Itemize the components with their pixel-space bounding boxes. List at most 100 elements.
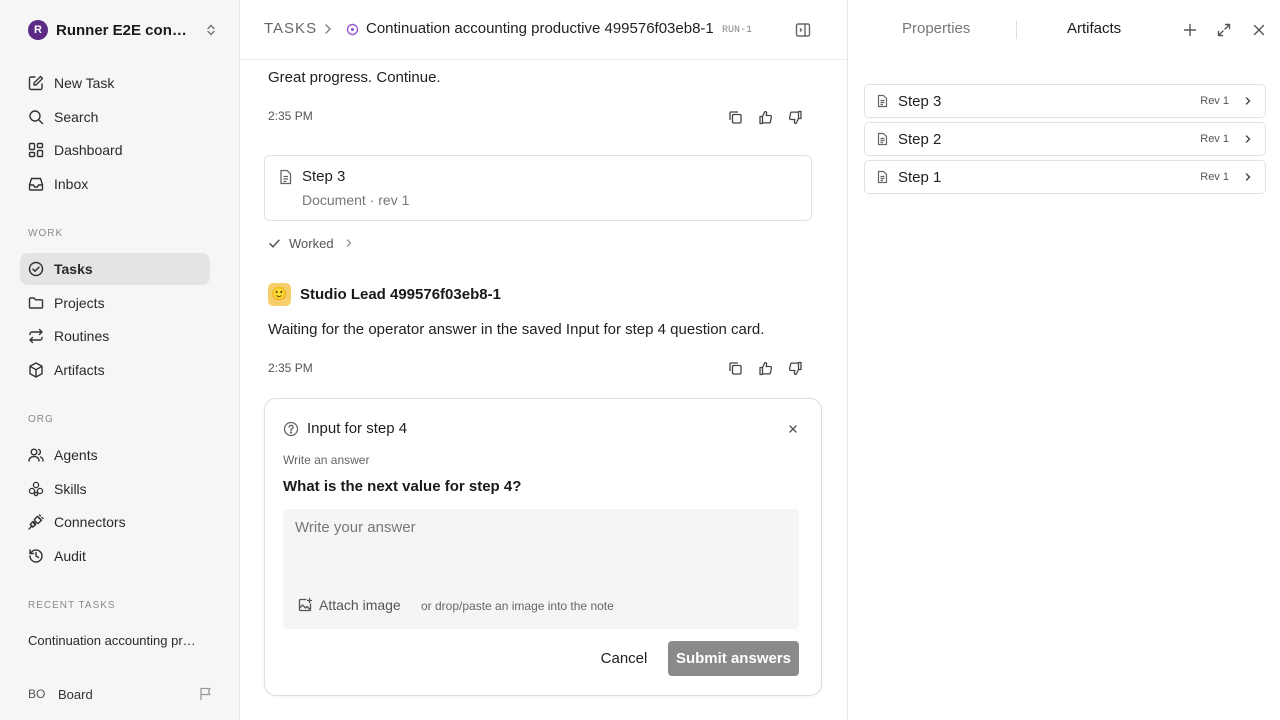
- nav-label: Search: [54, 109, 99, 125]
- nav-audit[interactable]: Audit: [20, 540, 210, 572]
- users-icon: [27, 446, 45, 464]
- image-plus-icon: [297, 597, 313, 613]
- nav-label: Tasks: [54, 261, 93, 277]
- question-card-subtitle: Write an answer: [283, 453, 370, 467]
- artifact-list-item[interactable]: Step 1 Rev 1: [864, 160, 1266, 194]
- folder-icon: [27, 294, 45, 312]
- nav-label: Connectors: [54, 514, 126, 530]
- cube-icon: [27, 361, 45, 379]
- artifact-list-item[interactable]: Step 2 Rev 1: [864, 122, 1266, 156]
- nav-label: Agents: [54, 447, 98, 463]
- attach-hint: or drop/paste an image into the note: [421, 599, 614, 613]
- copy-icon[interactable]: [726, 108, 744, 126]
- message-text: Great progress. Continue.: [268, 69, 441, 86]
- work-section-label: WORK: [28, 228, 64, 239]
- dashboard-icon: [27, 141, 45, 159]
- nav-label: Inbox: [54, 176, 89, 192]
- nav-label: New Task: [54, 75, 115, 91]
- document-icon: [876, 170, 889, 184]
- artifact-name: Step 3: [898, 92, 942, 110]
- workspace-switcher[interactable]: R Runner E2E continuation: [28, 19, 218, 41]
- tab-artifacts[interactable]: Artifacts: [1067, 20, 1121, 37]
- plug-icon: [27, 513, 45, 531]
- thumbs-down-icon[interactable]: [786, 359, 804, 377]
- status-circle-icon: [346, 23, 359, 36]
- search-icon: [27, 108, 45, 126]
- answer-box: Attach image or drop/paste an image into…: [283, 509, 799, 629]
- user-initials: BO: [28, 687, 46, 701]
- nav-dashboard[interactable]: Dashboard: [20, 134, 210, 166]
- check-icon: [268, 237, 281, 250]
- panel-toggle-icon[interactable]: [794, 21, 812, 39]
- message-time: 2:35 PM: [268, 361, 313, 375]
- nav-tasks[interactable]: Tasks: [20, 253, 210, 285]
- thumbs-up-icon[interactable]: [756, 108, 774, 126]
- answer-input[interactable]: [283, 509, 799, 579]
- task-thread: TASKS Continuation accounting productive…: [240, 0, 847, 720]
- plus-icon[interactable]: [1182, 22, 1198, 38]
- recent-task-item[interactable]: Continuation accounting productive 49957…: [28, 633, 200, 648]
- document-icon: [876, 94, 889, 108]
- help-circle-icon: [283, 421, 299, 437]
- artifact-rev: Rev 1: [1200, 171, 1229, 183]
- nav-label: Artifacts: [54, 362, 105, 378]
- nav-label: Skills: [54, 481, 87, 497]
- nav-routines[interactable]: Routines: [20, 320, 210, 352]
- agent-avatar: 🙂: [268, 282, 291, 306]
- tab-properties[interactable]: Properties: [902, 20, 970, 37]
- task-header: TASKS Continuation accounting productive…: [240, 0, 847, 60]
- artifact-list-item[interactable]: Step 3 Rev 1: [864, 84, 1266, 118]
- inbox-icon: [27, 175, 45, 193]
- attach-image-button[interactable]: Attach image: [297, 597, 401, 613]
- artifact-name: Step 2: [898, 130, 942, 148]
- check-circle-icon: [27, 260, 45, 278]
- attach-image-label: Attach image: [319, 597, 401, 613]
- chevron-up-down-icon: [204, 23, 218, 37]
- right-panel: Properties Artifacts Step 3 Rev 1 Step 2…: [847, 0, 1280, 720]
- nav-skills[interactable]: Skills: [20, 473, 210, 505]
- message-time: 2:35 PM: [268, 109, 313, 123]
- nav-search[interactable]: Search: [20, 101, 210, 133]
- document-icon: [876, 132, 889, 146]
- flag-icon[interactable]: [198, 686, 214, 702]
- artifact-rev: Rev 1: [1200, 95, 1229, 107]
- thumbs-up-icon[interactable]: [756, 359, 774, 377]
- document-icon: [278, 169, 293, 185]
- task-title: Continuation accounting productive 49957…: [366, 20, 714, 37]
- question-text: What is the next value for step 4?: [283, 478, 522, 495]
- chevron-right-icon: [1243, 172, 1253, 182]
- worked-toggle[interactable]: Worked: [268, 234, 354, 252]
- message-author: 🙂 Studio Lead 499576f03eb8-1: [268, 282, 501, 306]
- message-actions: [726, 108, 804, 126]
- question-card-title: Input for step 4: [307, 420, 408, 437]
- nav-agents[interactable]: Agents: [20, 439, 210, 471]
- close-panel-icon[interactable]: [1251, 22, 1267, 38]
- question-card-header: Input for step 4: [283, 420, 407, 437]
- copy-icon[interactable]: [726, 359, 744, 377]
- sidebar: R Runner E2E continuation New Task Searc…: [0, 0, 240, 720]
- message-actions: [726, 359, 804, 377]
- nav-new-task[interactable]: New Task: [20, 67, 210, 99]
- thumbs-down-icon[interactable]: [786, 108, 804, 126]
- repeat-icon: [27, 327, 45, 345]
- skills-icon: [27, 480, 45, 498]
- org-section-label: ORG: [28, 414, 54, 425]
- worked-label: Worked: [289, 235, 334, 251]
- nav-projects[interactable]: Projects: [20, 287, 210, 319]
- author-name: Studio Lead 499576f03eb8-1: [300, 285, 501, 303]
- breadcrumb-tasks[interactable]: TASKS: [264, 20, 317, 37]
- nav-inbox[interactable]: Inbox: [20, 168, 210, 200]
- chevron-right-icon: [344, 238, 354, 248]
- nav-artifacts[interactable]: Artifacts: [20, 354, 210, 386]
- artifact-card[interactable]: Step 3 Document · rev 1: [264, 155, 812, 221]
- history-icon: [27, 547, 45, 565]
- artifact-name: Step 1: [898, 168, 942, 186]
- expand-icon[interactable]: [1216, 22, 1232, 38]
- close-icon[interactable]: [787, 423, 799, 435]
- nav-connectors[interactable]: Connectors: [20, 506, 210, 538]
- user-row[interactable]: BO Board: [28, 683, 214, 705]
- run-badge: RUN-1: [722, 25, 753, 36]
- cancel-button[interactable]: Cancel: [593, 641, 655, 675]
- edit-icon: [27, 74, 45, 92]
- submit-answers-button[interactable]: Submit answers: [668, 641, 799, 676]
